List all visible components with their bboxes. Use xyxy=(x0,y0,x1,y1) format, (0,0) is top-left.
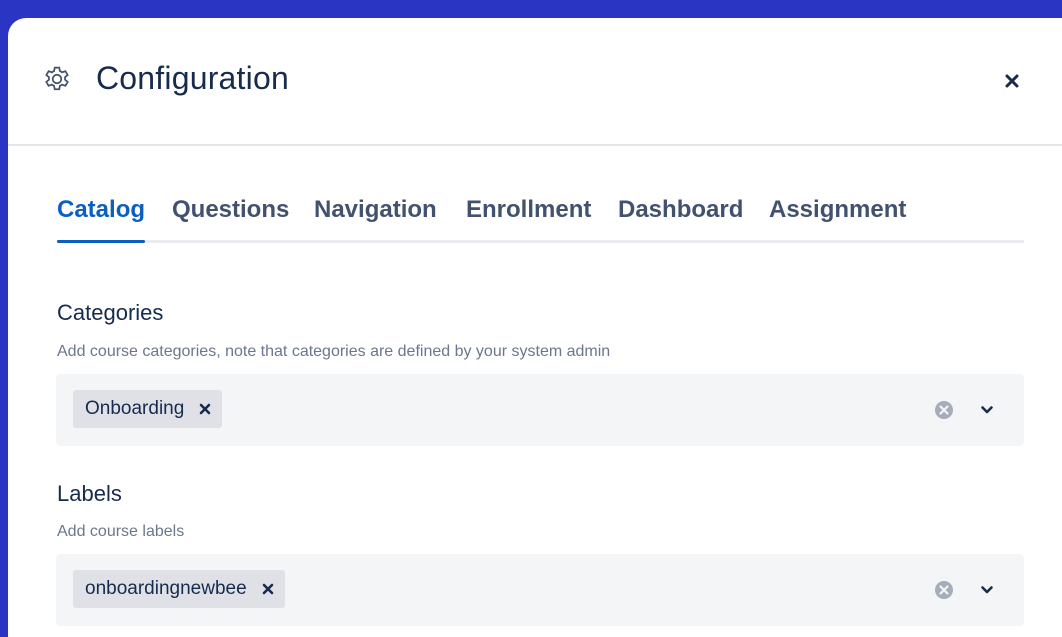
category-tag: Onboarding xyxy=(73,390,223,428)
categories-label: Categories xyxy=(57,300,164,325)
chevron-down-icon[interactable] xyxy=(980,583,994,597)
close-icon[interactable] xyxy=(1001,70,1023,92)
modal-title: Configuration xyxy=(96,60,289,96)
remove-tag-icon[interactable] xyxy=(261,582,275,596)
chevron-down-icon[interactable] xyxy=(980,403,994,417)
labels-help-text: Add course labels xyxy=(57,523,185,540)
labels-label: Labels xyxy=(57,481,122,506)
configuration-modal: Configuration Catalog Questions Navigati… xyxy=(8,18,1062,637)
label-tag: onboardingnewbee xyxy=(73,570,285,608)
category-tag-label: Onboarding xyxy=(85,398,185,419)
tab-dashboard[interactable]: Dashboard xyxy=(618,196,743,240)
remove-tag-icon[interactable] xyxy=(198,402,212,416)
tab-navigation[interactable]: Navigation xyxy=(314,196,437,240)
tab-assignment[interactable]: Assignment xyxy=(769,196,906,240)
label-tag-label: onboardingnewbee xyxy=(85,578,247,599)
tab-questions[interactable]: Questions xyxy=(172,196,289,240)
clear-selection-icon[interactable] xyxy=(934,580,954,600)
tab-bar: Catalog Questions Navigation Enrollment … xyxy=(57,196,1024,243)
tab-catalog[interactable]: Catalog xyxy=(57,196,146,243)
tab-enrollment[interactable]: Enrollment xyxy=(466,196,591,240)
categories-help-text: Add course categories, note that categor… xyxy=(57,343,611,360)
modal-header: Configuration xyxy=(8,18,1062,146)
categories-select[interactable]: Onboarding xyxy=(56,374,1024,446)
labels-select[interactable]: onboardingnewbee xyxy=(56,554,1024,626)
clear-selection-icon[interactable] xyxy=(934,400,954,420)
gear-icon xyxy=(45,66,69,91)
